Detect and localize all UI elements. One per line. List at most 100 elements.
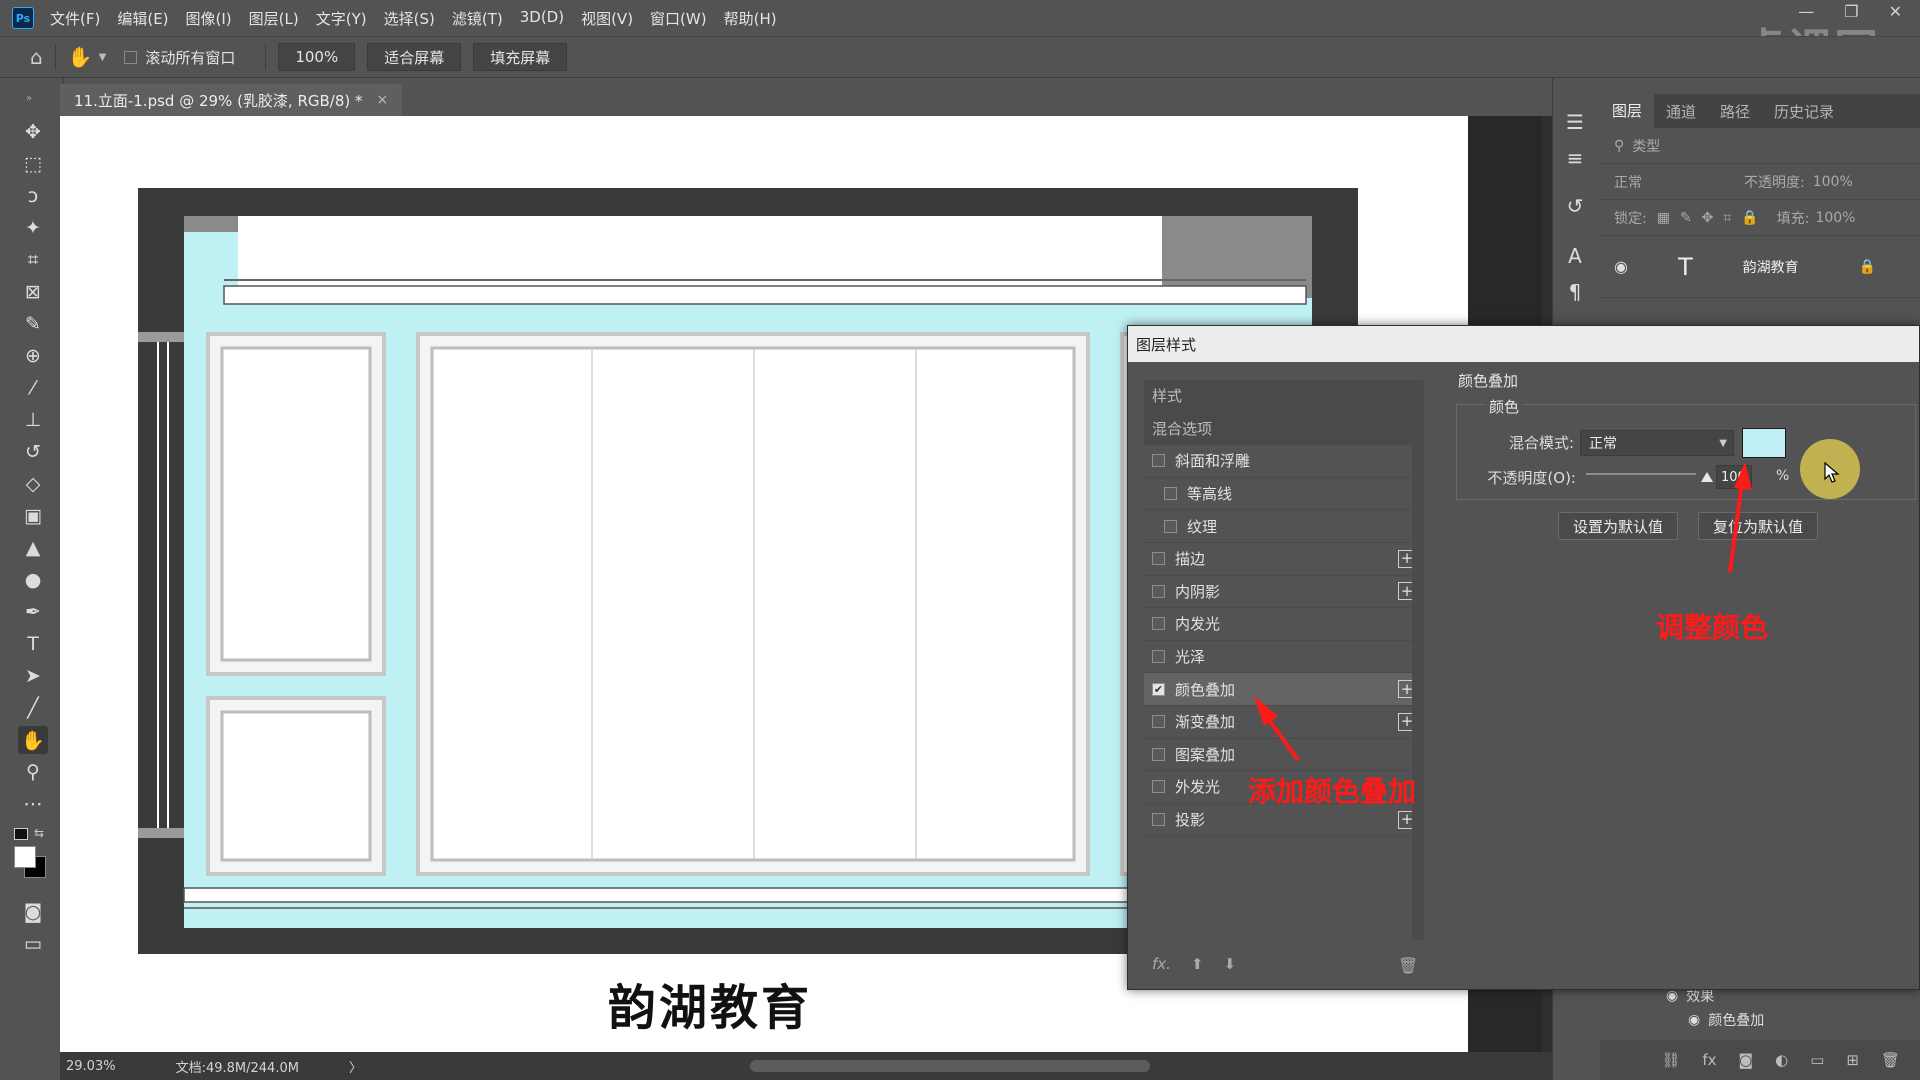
style-item[interactable]: 斜面和浮雕 (1144, 445, 1424, 478)
move-tool-icon[interactable]: ✥ (18, 118, 48, 146)
style-checkbox[interactable] (1164, 519, 1177, 533)
move-up-icon[interactable]: ⬆ (1191, 955, 1204, 973)
quick-mask-icon[interactable]: ◙ (18, 898, 48, 926)
trash-icon[interactable]: 🗑 (1398, 956, 1418, 975)
style-item[interactable]: 内阴影 + (1144, 576, 1424, 609)
style-item[interactable]: 光泽 (1144, 641, 1424, 674)
history-icon[interactable]: ↺ (1561, 192, 1589, 220)
fit-screen-button[interactable]: 适合屏幕 (367, 43, 462, 71)
hand-tool-icon[interactable]: ✋ (18, 726, 48, 754)
style-item[interactable]: 图案叠加 (1144, 739, 1424, 772)
style-checkbox[interactable] (1152, 747, 1165, 761)
horizontal-scrollbar-thumb[interactable] (750, 1060, 1150, 1072)
foreground-color-swatch[interactable] (14, 846, 36, 868)
chevron-down-icon[interactable]: ▼ (99, 52, 107, 63)
style-item[interactable]: 纹理 (1144, 510, 1424, 543)
document-tab[interactable]: 11.立面-1.psd @ 29% (乳胶漆, RGB/8) * × (60, 84, 403, 116)
character-icon[interactable]: A (1561, 242, 1589, 270)
opacity-slider-track[interactable] (1586, 473, 1696, 475)
menu-3d[interactable]: 3D(D) (520, 8, 564, 29)
collapse-icon[interactable]: » (14, 84, 44, 112)
style-checkbox[interactable] (1152, 650, 1165, 664)
layer-row[interactable]: ◉ T 韵湖教育 🔒 (1600, 236, 1920, 298)
frame-tool-icon[interactable]: ⊠ (18, 278, 48, 306)
menu-window[interactable]: 窗口(W) (650, 8, 707, 29)
style-checkbox[interactable]: ✔ (1152, 682, 1165, 696)
status-arrow-icon[interactable]: 〉 (349, 1057, 362, 1076)
style-checkbox[interactable] (1152, 552, 1165, 566)
style-checkbox[interactable] (1164, 487, 1177, 501)
close-icon[interactable]: ✕ (1889, 2, 1902, 21)
menu-file[interactable]: 文件(F) (50, 8, 100, 29)
swap-colors-icon[interactable]: ⇆ (34, 826, 44, 840)
minimize-icon[interactable]: — (1798, 2, 1814, 21)
properties-icon[interactable]: ≡ (1561, 144, 1589, 172)
style-item[interactable]: 内发光 (1144, 608, 1424, 641)
tab-history[interactable]: 历史记录 (1762, 101, 1846, 122)
more-tools-icon[interactable]: ⋯ (18, 790, 48, 818)
screen-mode-icon[interactable]: ▭ (18, 930, 48, 958)
style-checkbox[interactable] (1152, 584, 1165, 598)
styles-header[interactable]: 样式 (1144, 380, 1424, 413)
default-colors-icon[interactable] (14, 828, 28, 840)
scroll-all-checkbox[interactable] (124, 50, 138, 64)
reset-default-button[interactable]: 复位为默认值 (1698, 512, 1819, 540)
blur-tool-icon[interactable]: ▲ (18, 534, 48, 562)
style-checkbox[interactable] (1152, 617, 1165, 631)
opacity-slider-thumb[interactable] (1701, 472, 1713, 482)
folder-icon[interactable]: ▭ (1810, 1051, 1824, 1069)
mask-icon[interactable]: ◙ (1739, 1051, 1754, 1069)
new-layer-icon[interactable]: ⊞ (1846, 1051, 1859, 1069)
history-brush-tool-icon[interactable]: ↺ (18, 438, 48, 466)
eye-icon[interactable]: ◉ (1666, 988, 1678, 1004)
restore-icon[interactable]: ❐ (1844, 2, 1858, 21)
style-checkbox[interactable] (1152, 813, 1165, 827)
menu-help[interactable]: 帮助(H) (724, 8, 777, 29)
set-default-button[interactable]: 设置为默认值 (1558, 512, 1679, 540)
magic-wand-tool-icon[interactable]: ✦ (18, 214, 48, 242)
eye-icon[interactable]: ◉ (1614, 257, 1628, 276)
fill-input[interactable]: 100% (1815, 210, 1855, 226)
brush-settings-icon[interactable]: ☰ (1561, 108, 1589, 136)
path-selection-tool-icon[interactable]: ➤ (18, 662, 48, 690)
zoom-100-button[interactable]: 100% (278, 43, 356, 71)
zoom-tool-icon[interactable]: ⚲ (18, 758, 48, 786)
close-tab-icon[interactable]: × (377, 92, 389, 108)
brush-tool-icon[interactable]: ⁄ (18, 374, 48, 402)
style-item[interactable]: 等高线 (1144, 478, 1424, 511)
eye-icon[interactable]: ◉ (1688, 1012, 1700, 1028)
trash-icon[interactable]: 🗑 (1881, 1051, 1900, 1069)
style-item[interactable]: ✔ 颜色叠加 + (1144, 673, 1424, 706)
tab-paths[interactable]: 路径 (1708, 101, 1762, 122)
layer-opacity-input[interactable]: 100% (1813, 174, 1853, 190)
paragraph-icon[interactable]: ¶ (1561, 278, 1589, 306)
link-icon[interactable]: ⛓ (1661, 1051, 1680, 1069)
overlay-color-swatch[interactable] (1742, 428, 1786, 458)
home-icon[interactable]: ⌂ (30, 45, 43, 69)
pen-tool-icon[interactable]: ✒ (18, 598, 48, 626)
lock-icons[interactable]: ▦✎✥⌗🔒 (1657, 210, 1769, 226)
layer-name[interactable]: 韵湖教育 (1743, 257, 1799, 277)
eyedropper-tool-icon[interactable]: ✎ (18, 310, 48, 338)
lasso-tool-icon[interactable]: ↄ (18, 182, 48, 210)
blend-options-item[interactable]: 混合选项 (1144, 412, 1424, 446)
menu-type[interactable]: 文字(Y) (316, 8, 367, 29)
adjustment-icon[interactable]: ◐ (1775, 1051, 1788, 1069)
zoom-readout[interactable]: 29.03% (66, 1059, 116, 1074)
fill-screen-button[interactable]: 填充屏幕 (473, 43, 568, 71)
clone-stamp-tool-icon[interactable]: ⊥ (18, 406, 48, 434)
menu-edit[interactable]: 编辑(E) (117, 8, 168, 29)
menu-select[interactable]: 选择(S) (384, 8, 435, 29)
hand-tool-icon[interactable]: ✋ (68, 45, 93, 69)
move-down-icon[interactable]: ⬇ (1224, 955, 1237, 973)
style-item[interactable]: 渐变叠加 + (1144, 706, 1424, 739)
blend-mode-select[interactable]: 正常 ▼ (1580, 430, 1734, 456)
gradient-tool-icon[interactable]: ▣ (18, 502, 48, 530)
style-checkbox[interactable] (1152, 454, 1165, 468)
dodge-tool-icon[interactable]: ● (18, 566, 48, 594)
menu-layer[interactable]: 图层(L) (249, 8, 299, 29)
style-checkbox[interactable] (1152, 780, 1165, 794)
eraser-tool-icon[interactable]: ◇ (18, 470, 48, 498)
tab-layers[interactable]: 图层 (1600, 94, 1655, 128)
layer-blend-select[interactable]: 正常 (1614, 172, 1744, 192)
